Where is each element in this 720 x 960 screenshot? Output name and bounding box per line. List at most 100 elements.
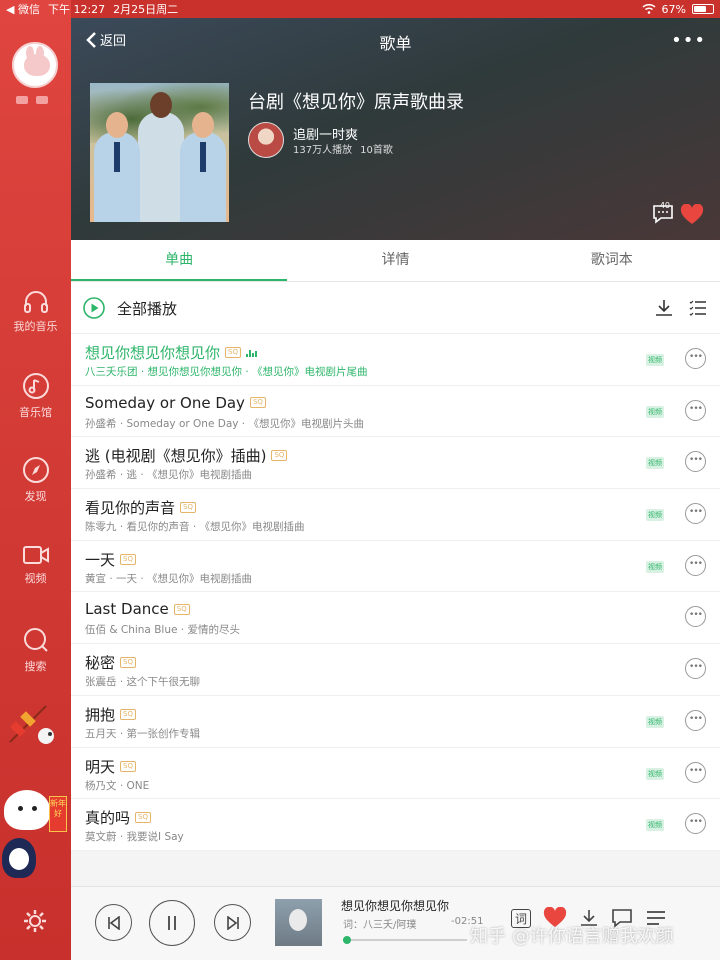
video-badge[interactable]: 视频 bbox=[646, 560, 664, 573]
tab-details[interactable]: 详情 bbox=[287, 240, 503, 281]
song-more-button[interactable]: ••• bbox=[685, 503, 706, 525]
sidebar: 我的音乐 音乐馆 发现 视频 搜索 新年好 bbox=[0, 0, 71, 960]
song-more-button[interactable]: ••• bbox=[685, 709, 706, 731]
play-all-row: 全部播放 bbox=[71, 282, 720, 334]
song-row[interactable]: 明天 SQ 杨乃文 · ONE 视频 ••• bbox=[71, 748, 720, 800]
quality-badge: SQ bbox=[120, 708, 136, 720]
skip-next-icon bbox=[226, 915, 239, 930]
song-more-button[interactable]: ••• bbox=[685, 761, 706, 783]
download-icon[interactable] bbox=[654, 298, 674, 318]
firecracker-sticker-icon bbox=[9, 705, 54, 744]
search-icon bbox=[23, 628, 48, 652]
song-title-line: Last Dance SQ bbox=[85, 600, 190, 618]
compass-icon bbox=[22, 457, 49, 483]
song-title-line: 想见你想见你想见你 SQ bbox=[85, 342, 257, 363]
song-more-button[interactable]: ••• bbox=[685, 554, 706, 576]
song-row[interactable]: 拥抱 SQ 五月天 · 第一张创作专辑 视频 ••• bbox=[71, 696, 720, 748]
song-row[interactable]: 真的吗 SQ 莫文蔚 · 我要说I Say 视频 ••• bbox=[71, 799, 720, 851]
song-title-line: 拥抱 SQ bbox=[85, 704, 136, 725]
playlist-cover[interactable] bbox=[90, 83, 229, 222]
watermark-text: 知乎 @许你语言赠我欢颜 bbox=[470, 926, 674, 947]
comment-count: 40 bbox=[659, 201, 670, 210]
back-to-app-link[interactable]: ◀ 微信 bbox=[6, 1, 40, 17]
video-badge[interactable]: 视频 bbox=[646, 509, 664, 522]
video-icon bbox=[22, 546, 49, 564]
tab-lyrics-book[interactable]: 歌词本 bbox=[504, 240, 720, 281]
battery-icon bbox=[692, 4, 714, 14]
tab-songs[interactable]: 单曲 bbox=[71, 240, 288, 281]
video-badge[interactable]: 视频 bbox=[646, 354, 664, 366]
sidebar-item-my-music[interactable]: 我的音乐 bbox=[0, 290, 71, 334]
status-date: 2月25日周二 bbox=[113, 3, 179, 16]
song-row[interactable]: Last Dance SQ 伍佰 & China Blue · 爱情的尽头 ••• bbox=[71, 592, 720, 645]
song-title: 想见你想见你想见你 bbox=[85, 344, 221, 362]
quality-badge: SQ bbox=[120, 760, 136, 772]
sidebar-item-search[interactable]: 搜索 bbox=[0, 626, 71, 674]
song-more-button[interactable]: ••• bbox=[685, 658, 706, 680]
sidebar-item-label: 搜索 bbox=[24, 660, 47, 673]
heart-icon[interactable] bbox=[680, 204, 704, 226]
song-subtitle: 五月天 · 第一张创作专辑 bbox=[85, 727, 201, 740]
song-row[interactable]: 秘密 SQ 张震岳 · 这个下午很无聊 ••• bbox=[71, 644, 720, 696]
song-title: 逃 (电视剧《想见你》插曲) bbox=[85, 447, 267, 466]
skip-previous-icon bbox=[107, 915, 120, 930]
more-options-button[interactable]: ••• bbox=[671, 30, 706, 51]
song-subtitle: 伍佰 & China Blue · 爱情的尽头 bbox=[85, 624, 240, 637]
sidebar-item-label: 视频 bbox=[24, 572, 47, 585]
song-row[interactable]: 看见你的声音 SQ 陈零九 · 看见你的声音 · 《想见你》电视剧插曲 视频 ••• bbox=[71, 489, 720, 541]
song-subtitle: 孙盛希 · Someday or One Day · 《想见你》电视剧片头曲 bbox=[85, 417, 364, 430]
quality-badge: SQ bbox=[120, 657, 136, 669]
song-subtitle: 孙盛希 · 逃 · 《想见你》电视剧插曲 bbox=[85, 469, 253, 482]
previous-button[interactable] bbox=[95, 904, 132, 941]
creator-avatar[interactable] bbox=[248, 122, 284, 158]
polar-bear-sticker-icon bbox=[4, 790, 50, 830]
sidebar-item-video[interactable]: 视频 bbox=[0, 544, 71, 586]
song-more-button[interactable]: ••• bbox=[685, 813, 706, 835]
song-title-line: Someday or One Day SQ bbox=[85, 394, 266, 412]
progress-slider[interactable] bbox=[342, 936, 467, 944]
battery-percent: 67% bbox=[661, 2, 686, 16]
status-bar: ◀ 微信 下午 12:27 2月25日周二 67% bbox=[0, 0, 720, 18]
song-more-button[interactable]: ••• bbox=[685, 399, 706, 421]
playlist-header: 返回 歌单 ••• 台剧《想见你》原声歌曲录 追剧一时爽 137万人播放 10首… bbox=[71, 18, 720, 240]
song-title-line: 一天 SQ bbox=[85, 549, 136, 570]
next-button[interactable] bbox=[214, 904, 251, 941]
new-year-sign: 新年好 bbox=[49, 796, 67, 832]
play-count: 137万人播放 bbox=[293, 145, 353, 156]
play-circle-icon[interactable] bbox=[83, 297, 105, 319]
now-playing-cover[interactable] bbox=[275, 899, 322, 946]
sidebar-item-discover[interactable]: 发现 bbox=[0, 456, 71, 504]
play-all-button[interactable]: 全部播放 bbox=[117, 298, 177, 319]
sidebar-item-music-hall[interactable]: 音乐馆 bbox=[0, 372, 71, 420]
video-badge[interactable]: 视频 bbox=[646, 715, 664, 728]
top-bar: 返回 歌单 ••• bbox=[71, 18, 720, 62]
user-avatar[interactable] bbox=[12, 42, 58, 88]
list-select-icon[interactable] bbox=[688, 298, 708, 318]
gear-icon[interactable] bbox=[22, 908, 48, 934]
quality-badge: SQ bbox=[135, 812, 151, 824]
video-badge[interactable]: 视频 bbox=[646, 405, 664, 418]
song-more-button[interactable]: ••• bbox=[685, 451, 706, 473]
now-playing-title[interactable]: 想见你想见你想见你 bbox=[341, 897, 449, 914]
song-title: 拥抱 bbox=[85, 705, 116, 724]
quality-badge: SQ bbox=[180, 502, 196, 514]
video-badge[interactable]: 视频 bbox=[646, 767, 664, 780]
video-badge[interactable]: 视频 bbox=[646, 457, 664, 470]
song-title-line: 逃 (电视剧《想见你》插曲) SQ bbox=[85, 445, 288, 466]
song-list: 想见你想见你想见你 SQ 八三夭乐团 · 想见你想见你想见你 · 《想见你》电视剧片… bbox=[71, 334, 720, 851]
vip-badges bbox=[16, 96, 48, 104]
video-badge[interactable]: 视频 bbox=[646, 819, 664, 832]
pause-button[interactable] bbox=[149, 900, 195, 946]
playlist-title: 台剧《想见你》原声歌曲录 bbox=[248, 92, 464, 113]
wifi-icon bbox=[642, 4, 656, 14]
song-subtitle: 八三夭乐团 · 想见你想见你想见你 · 《想见你》电视剧片尾曲 bbox=[85, 366, 368, 378]
song-title-line: 看见你的声音 SQ bbox=[85, 497, 196, 518]
song-row[interactable]: Someday or One Day SQ 孙盛希 · Someday or One… bbox=[71, 386, 720, 438]
song-title: 看见你的声音 bbox=[85, 499, 176, 518]
song-more-button[interactable]: ••• bbox=[685, 348, 706, 369]
song-row[interactable]: 一天 SQ 黄宣 · 一天 · 《想见你》电视剧插曲 视频 ••• bbox=[71, 541, 720, 593]
song-row[interactable]: 想见你想见你想见你 SQ 八三夭乐团 · 想见你想见你想见你 · 《想见你》电视剧片… bbox=[71, 334, 720, 386]
song-more-button[interactable]: ••• bbox=[685, 606, 706, 628]
quality-badge: SQ bbox=[120, 553, 136, 565]
song-row[interactable]: 逃 (电视剧《想见你》插曲) SQ 孙盛希 · 逃 · 《想见你》电视剧插曲 视频 ••… bbox=[71, 437, 720, 490]
